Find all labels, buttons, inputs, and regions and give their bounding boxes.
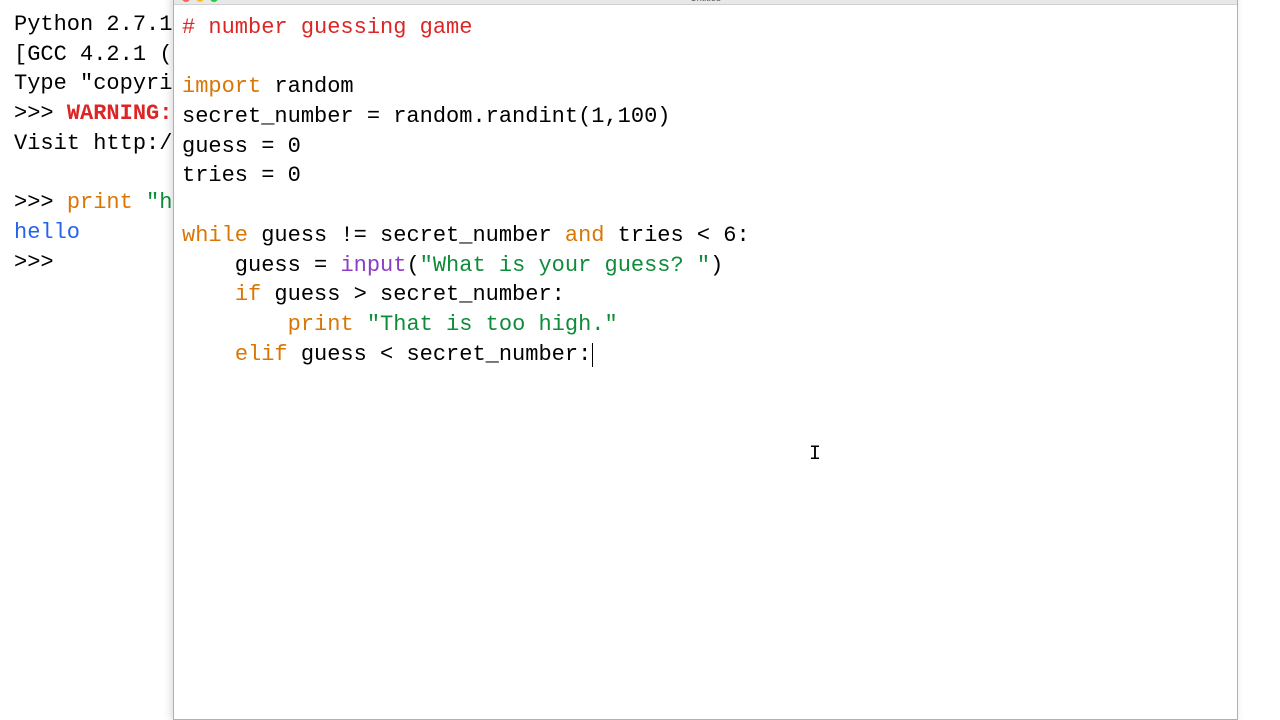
code-text: guess < secret_number:: [288, 342, 592, 367]
code-text: tries < 6:: [604, 223, 749, 248]
code-builtin-input: input: [340, 253, 406, 278]
editor-titlebar[interactable]: Untitled: [174, 0, 1237, 5]
code-text: guess = 0: [182, 134, 301, 159]
code-string: "That is too high.": [367, 312, 618, 337]
shell-prompt: >>>: [14, 250, 67, 275]
code-string: "What is your guess? ": [420, 253, 710, 278]
shell-warning: WARNING:: [67, 101, 173, 126]
shell-line: Type "copyrig: [14, 71, 186, 96]
shell-prompt: >>>: [14, 190, 67, 215]
shell-line: Visit http:/: [14, 131, 172, 156]
maximize-icon[interactable]: [210, 0, 218, 2]
editor-window[interactable]: Untitled # number guessing game import r…: [173, 0, 1238, 720]
code-text: [182, 342, 235, 367]
shell-line: Python 2.7.1: [14, 12, 172, 37]
text-cursor-icon: [592, 343, 593, 367]
shell-line: [GCC 4.2.1 (: [14, 42, 172, 67]
mouse-ibeam-cursor-icon: I: [809, 443, 821, 466]
window-controls: [182, 0, 218, 2]
code-text: guess =: [182, 253, 340, 278]
code-text: random: [261, 74, 353, 99]
shell-output: hello: [14, 220, 80, 245]
code-text: [182, 312, 288, 337]
code-keyword-while: while: [182, 223, 248, 248]
code-text: tries = 0: [182, 163, 301, 188]
shell-print-keyword: print: [67, 190, 133, 215]
desktop-background: Python 2.7.1 [GCC 4.2.1 ( Type "copyrig …: [0, 0, 1280, 720]
code-text: [354, 312, 367, 337]
code-keyword-if: if: [235, 282, 261, 307]
minimize-icon[interactable]: [196, 0, 204, 2]
code-keyword-and: and: [565, 223, 605, 248]
code-text: guess > secret_number:: [261, 282, 565, 307]
editor-title: Untitled: [690, 0, 721, 3]
code-text: (: [406, 253, 419, 278]
shell-string: "h: [133, 190, 173, 215]
code-comment: # number guessing game: [182, 15, 472, 40]
code-keyword-elif: elif: [235, 342, 288, 367]
code-text: ): [710, 253, 723, 278]
close-icon[interactable]: [182, 0, 190, 2]
code-text: secret_number = random.randint(1,100): [182, 104, 670, 129]
code-keyword-print: print: [288, 312, 354, 337]
code-text: [182, 282, 235, 307]
editor-text-area[interactable]: # number guessing game import random sec…: [174, 5, 1237, 377]
shell-prompt: >>>: [14, 101, 67, 126]
code-text: guess != secret_number: [248, 223, 565, 248]
code-keyword-import: import: [182, 74, 261, 99]
